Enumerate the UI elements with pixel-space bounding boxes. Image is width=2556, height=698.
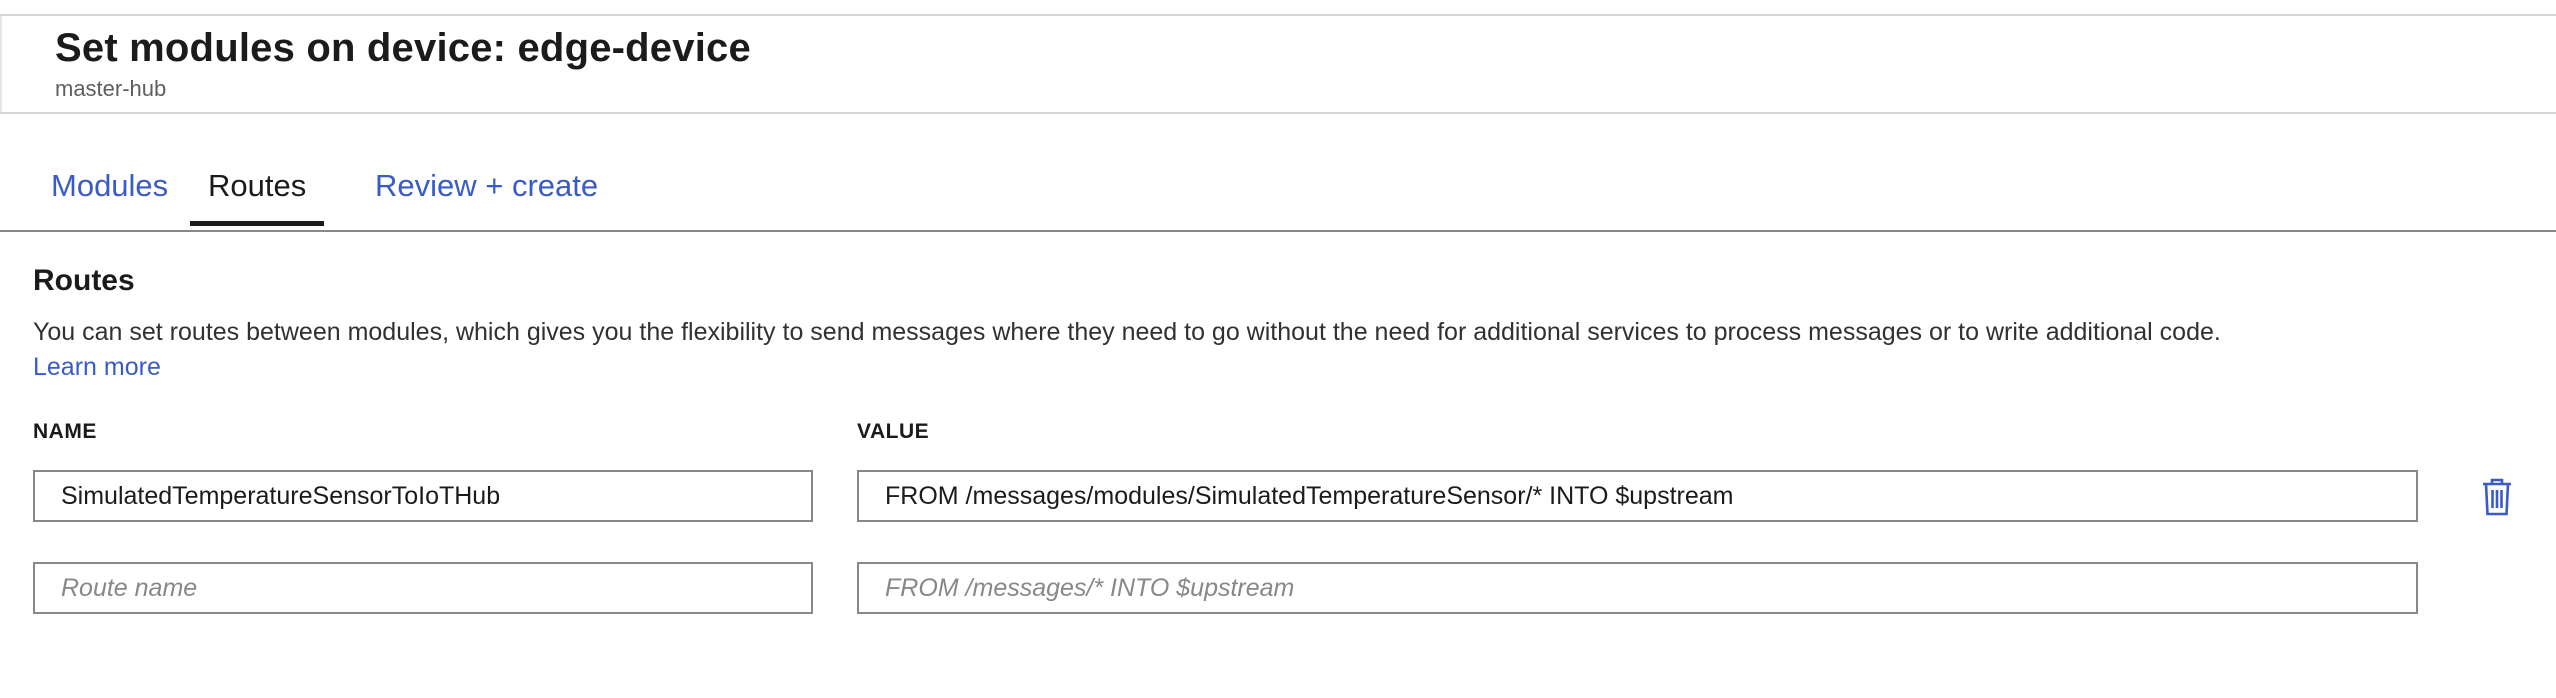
new-route-name-input[interactable]: Route name xyxy=(33,562,813,614)
trash-icon[interactable] xyxy=(2480,476,2514,516)
top-strip xyxy=(0,0,2556,16)
tab-modules-label: Modules xyxy=(51,168,169,203)
tab-bar: Modules Routes Review + create xyxy=(0,150,2556,232)
section-description: You can set routes between modules, whic… xyxy=(33,318,2221,346)
value-column-header: VALUE xyxy=(857,420,930,443)
header-left-rule xyxy=(0,16,2,112)
active-tab-underline xyxy=(190,221,325,226)
page-title: Set modules on device: edge-device xyxy=(55,26,751,70)
tab-review-create[interactable]: Review + create xyxy=(375,168,598,226)
tab-review-create-label: Review + create xyxy=(375,168,599,203)
name-column-header: NAME xyxy=(33,420,97,443)
tab-routes-label: Routes xyxy=(208,168,307,203)
tab-routes[interactable]: Routes xyxy=(190,168,325,226)
route-value-input[interactable]: FROM /messages/modules/SimulatedTemperat… xyxy=(857,470,2418,522)
tab-modules[interactable]: Modules xyxy=(51,168,168,226)
page-header: Set modules on device: edge-device maste… xyxy=(0,16,2556,114)
new-route-value-input[interactable]: FROM /messages/* INTO $upstream xyxy=(857,562,2418,614)
learn-more-link[interactable]: Learn more xyxy=(33,353,161,382)
page-subtitle: master-hub xyxy=(55,76,167,101)
route-name-input[interactable]: SimulatedTemperatureSensorToIoTHub xyxy=(33,470,813,522)
section-title: Routes xyxy=(33,264,135,297)
